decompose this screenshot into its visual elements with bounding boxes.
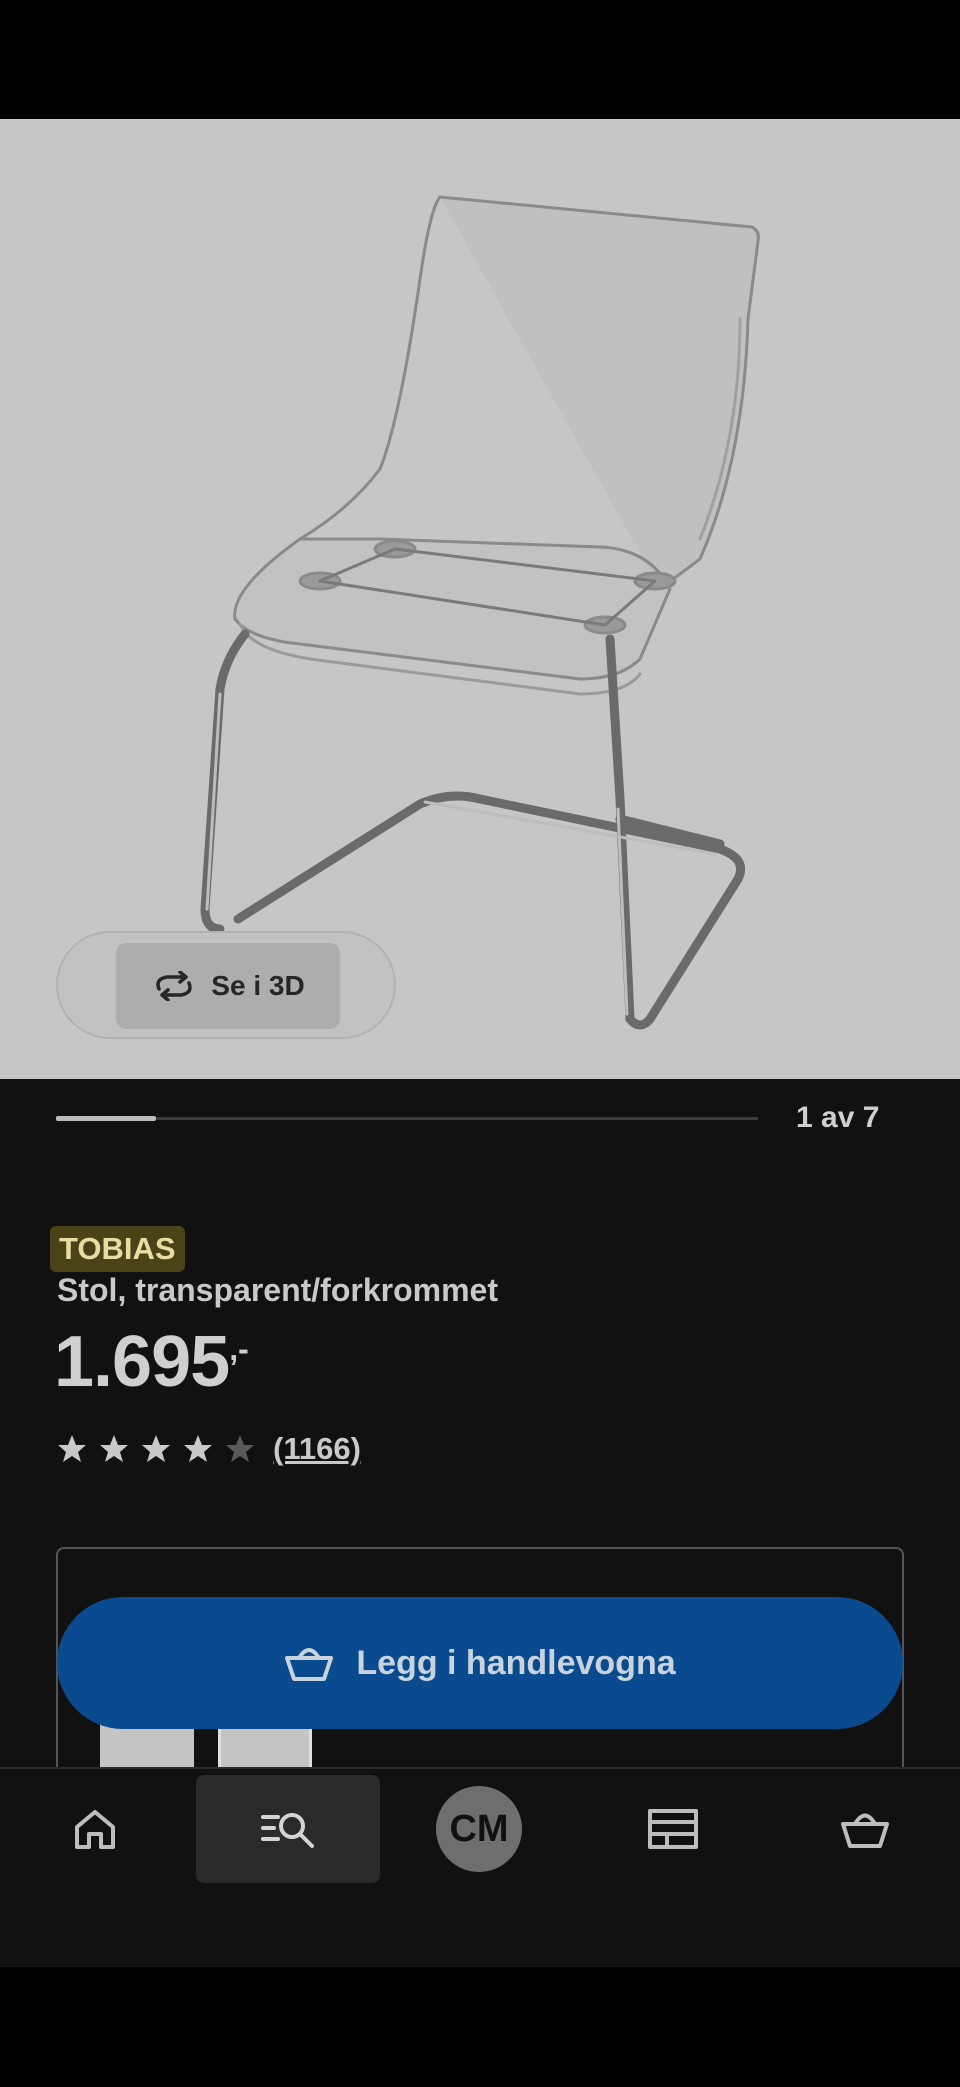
star-filled-icon (142, 1435, 170, 1462)
star-filled-icon (184, 1435, 212, 1462)
add-to-cart-label: Legg i handlevogna (356, 1643, 676, 1682)
star-filled-icon (100, 1435, 128, 1462)
price-main: 1.695 (54, 1322, 230, 1402)
nav-search[interactable] (196, 1775, 380, 1883)
product-brand: TOBIAS (50, 1226, 185, 1272)
avatar: CM (436, 1786, 522, 1872)
product-description: Stol, transparent/forkrommet (57, 1272, 498, 1308)
product-rating[interactable]: (1166) (57, 1431, 361, 1467)
product-price: 1.695,- (54, 1321, 249, 1403)
nav-home[interactable] (20, 1769, 170, 1889)
nav-profile[interactable]: CM (404, 1769, 554, 1889)
nav-cart[interactable] (790, 1769, 940, 1889)
star-filled-icon (58, 1435, 86, 1462)
add-to-cart-button[interactable]: Legg i handlevogna (57, 1597, 903, 1729)
bottom-navigation: CM (0, 1769, 960, 1967)
gallery-progress-fill (56, 1116, 157, 1121)
price-suffix: ,- (229, 1331, 249, 1367)
system-navigation-bar (0, 1967, 960, 2087)
product-image-gallery[interactable]: Se i 3D (0, 119, 960, 1079)
view-3d-button[interactable]: Se i 3D (116, 943, 340, 1029)
home-icon (75, 1810, 115, 1849)
nav-stores[interactable] (598, 1769, 748, 1889)
cart-icon (285, 1648, 334, 1681)
status-bar (0, 0, 960, 119)
search-icon (261, 1813, 314, 1848)
view-3d-container: Se i 3D (56, 931, 396, 1039)
image-counter: 1 av 7 (796, 1101, 880, 1134)
star-empty-icon (226, 1435, 254, 1462)
view-3d-label: Se i 3D (211, 970, 305, 1001)
rotate-3d-icon (156, 971, 193, 1001)
store-icon (648, 1809, 698, 1849)
gallery-progress (56, 1116, 758, 1121)
rating-count[interactable]: (1166) (273, 1431, 361, 1467)
cart-icon (841, 1813, 889, 1848)
